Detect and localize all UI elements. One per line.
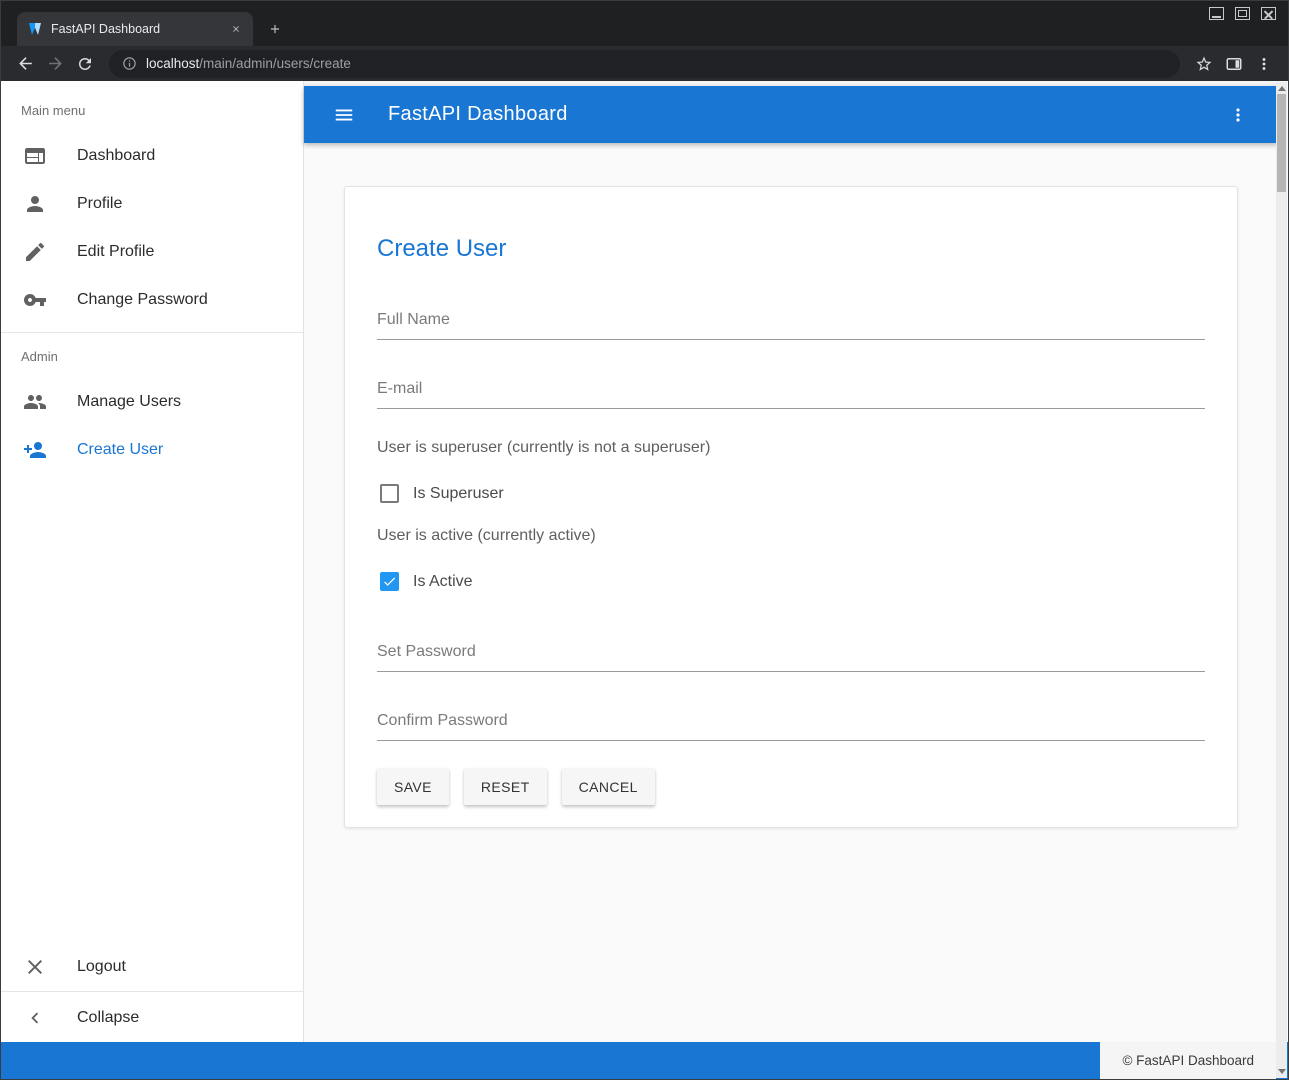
url-host: localhost bbox=[146, 56, 199, 71]
page-content: Create User User is superuser (currently… bbox=[304, 143, 1278, 1042]
reset-button[interactable]: RESET bbox=[464, 768, 547, 805]
sidebar-item-label: Logout bbox=[77, 958, 126, 976]
close-window-icon[interactable] bbox=[1261, 7, 1276, 20]
people-icon bbox=[23, 390, 47, 414]
sidebar-divider bbox=[1, 332, 303, 333]
sidebar-section-main-menu: Main menu bbox=[1, 81, 303, 132]
tab-title: FastAPI Dashboard bbox=[51, 22, 219, 36]
window-controls bbox=[1209, 7, 1276, 20]
sidebar-item-change-password[interactable]: Change Password bbox=[1, 276, 303, 324]
page-body: Main menu Dashboard Profile Edit Profile bbox=[1, 81, 1288, 1042]
hamburger-menu-icon[interactable] bbox=[324, 95, 364, 135]
scrollbar-down-icon[interactable] bbox=[1278, 1069, 1286, 1074]
browser-navbar: localhost/main/admin/users/create bbox=[1, 46, 1288, 81]
active-checkbox[interactable] bbox=[380, 572, 399, 591]
sidebar-item-label: Create User bbox=[77, 441, 163, 459]
sidebar-item-label: Edit Profile bbox=[77, 243, 154, 261]
superuser-hint: User is superuser (currently is not a su… bbox=[377, 439, 1205, 457]
close-icon bbox=[23, 955, 47, 979]
sidebar-item-manage-users[interactable]: Manage Users bbox=[1, 378, 303, 426]
sidebar-item-label: Dashboard bbox=[77, 147, 155, 165]
tab-close-icon[interactable] bbox=[227, 20, 245, 38]
sidebar-item-edit-profile[interactable]: Edit Profile bbox=[1, 228, 303, 276]
sidebar: Main menu Dashboard Profile Edit Profile bbox=[1, 81, 304, 1042]
toolbar-more-icon[interactable] bbox=[1218, 95, 1258, 135]
bookmark-star-icon[interactable] bbox=[1190, 50, 1218, 78]
forward-icon[interactable] bbox=[41, 50, 69, 78]
password-input[interactable] bbox=[377, 637, 1205, 672]
create-user-card: Create User User is superuser (currently… bbox=[344, 186, 1238, 828]
sidebar-item-logout[interactable]: Logout bbox=[1, 943, 303, 991]
new-tab-button[interactable] bbox=[261, 15, 289, 43]
minimize-icon[interactable] bbox=[1209, 7, 1224, 20]
scrollbar[interactable] bbox=[1276, 82, 1287, 1078]
browser-titlebar: FastAPI Dashboard bbox=[1, 1, 1288, 46]
superuser-checkbox[interactable] bbox=[380, 484, 399, 503]
main-area: FastAPI Dashboard Create User User is su… bbox=[304, 81, 1278, 1042]
sidebar-item-label: Collapse bbox=[77, 1009, 139, 1027]
side-panel-icon[interactable] bbox=[1220, 50, 1248, 78]
save-button[interactable]: SAVE bbox=[377, 768, 449, 805]
dashboard-icon bbox=[23, 144, 47, 168]
sidebar-item-label: Manage Users bbox=[77, 393, 181, 411]
url-text: localhost/main/admin/users/create bbox=[146, 56, 351, 71]
page-title: Create User bbox=[377, 235, 1205, 263]
vuetify-favicon-icon bbox=[27, 21, 43, 37]
form-actions: SAVE RESET CANCEL bbox=[377, 768, 1205, 805]
sidebar-item-label: Profile bbox=[77, 195, 122, 213]
confirm-password-field bbox=[377, 706, 1205, 741]
scrollbar-up-icon[interactable] bbox=[1278, 86, 1286, 91]
browser-menu-icon[interactable] bbox=[1250, 50, 1278, 78]
app-toolbar: FastAPI Dashboard bbox=[304, 86, 1278, 143]
password-field bbox=[377, 637, 1205, 672]
sidebar-divider bbox=[1, 991, 303, 992]
sidebar-item-create-user[interactable]: Create User bbox=[1, 426, 303, 474]
footer-copyright: © FastAPI Dashboard bbox=[1100, 1042, 1276, 1079]
reload-icon[interactable] bbox=[71, 50, 99, 78]
url-path: /main/admin/users/create bbox=[199, 56, 351, 71]
cancel-button[interactable]: CANCEL bbox=[562, 768, 655, 805]
active-checkbox-label: Is Active bbox=[413, 573, 473, 591]
key-icon bbox=[23, 288, 47, 312]
browser-tab[interactable]: FastAPI Dashboard bbox=[17, 12, 253, 46]
scrollbar-thumb[interactable] bbox=[1277, 94, 1286, 192]
app-title: FastAPI Dashboard bbox=[388, 103, 568, 126]
active-hint: User is active (currently active) bbox=[377, 527, 1205, 545]
app-footer: © FastAPI Dashboard bbox=[1, 1042, 1288, 1079]
person-icon bbox=[23, 192, 47, 216]
sidebar-item-profile[interactable]: Profile bbox=[1, 180, 303, 228]
sidebar-spacer bbox=[1, 474, 303, 943]
address-bar[interactable]: localhost/main/admin/users/create bbox=[109, 50, 1180, 78]
chevron-left-icon bbox=[23, 1007, 47, 1029]
email-field bbox=[377, 374, 1205, 409]
full-name-field bbox=[377, 305, 1205, 340]
sidebar-section-admin: Admin bbox=[1, 341, 303, 378]
superuser-checkbox-label: Is Superuser bbox=[413, 485, 504, 503]
full-name-input[interactable] bbox=[377, 305, 1205, 340]
active-checkbox-row[interactable]: Is Active bbox=[377, 572, 1205, 591]
confirm-password-input[interactable] bbox=[377, 706, 1205, 741]
browser-window: FastAPI Dashboard localhost/m bbox=[0, 0, 1289, 1080]
back-icon[interactable] bbox=[11, 50, 39, 78]
person-add-icon bbox=[23, 438, 47, 462]
sidebar-item-collapse[interactable]: Collapse bbox=[1, 994, 303, 1042]
email-input[interactable] bbox=[377, 374, 1205, 409]
site-info-icon[interactable] bbox=[122, 56, 137, 71]
pencil-icon bbox=[23, 240, 47, 264]
maximize-icon[interactable] bbox=[1235, 7, 1250, 20]
sidebar-item-dashboard[interactable]: Dashboard bbox=[1, 132, 303, 180]
sidebar-item-label: Change Password bbox=[77, 291, 208, 309]
superuser-checkbox-row[interactable]: Is Superuser bbox=[377, 484, 1205, 503]
